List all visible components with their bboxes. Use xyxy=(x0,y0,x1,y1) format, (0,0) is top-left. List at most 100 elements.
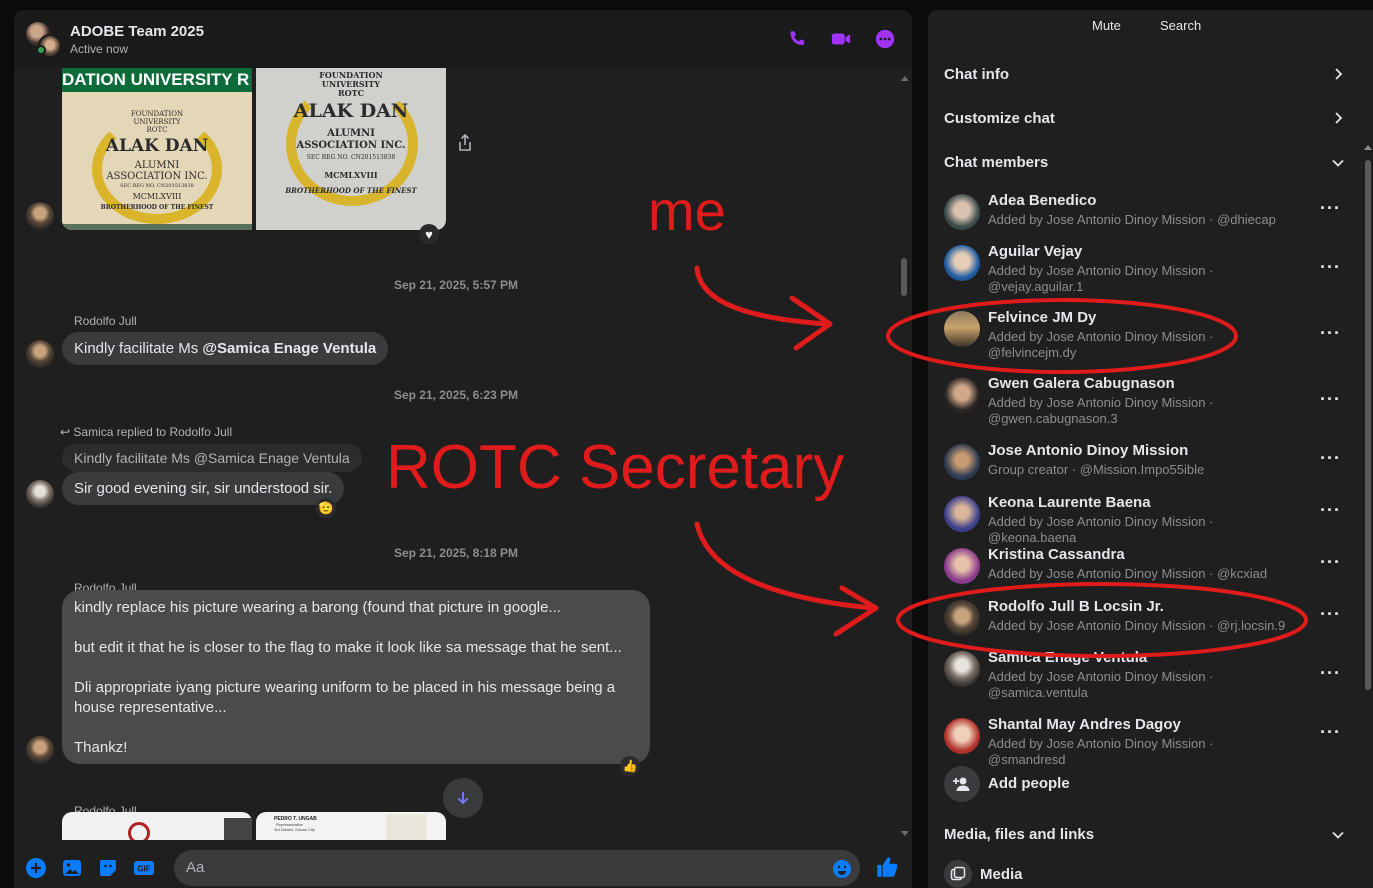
member-name: Gwen Galera Cabugnason xyxy=(988,375,1175,392)
member-name: Felvince JM Dy xyxy=(988,309,1097,326)
customize-chat-row[interactable]: Customize chat xyxy=(944,110,1055,127)
avatar[interactable] xyxy=(26,736,54,764)
sticker-icon[interactable] xyxy=(96,856,120,880)
more-options-icon[interactable]: ··· xyxy=(1320,257,1341,278)
chat-pane: ADOBE Team 2025 Active now DATION UNIVER… xyxy=(14,10,912,888)
avatar xyxy=(944,245,980,281)
more-options-icon[interactable]: ··· xyxy=(1320,663,1341,684)
member-item[interactable]: Felvince JM Dy Added by Jose Antonio Din… xyxy=(944,309,1354,361)
member-item[interactable]: Kristina Cassandra Added by Jose Antonio… xyxy=(944,546,1354,598)
member-item[interactable]: Gwen Galera Cabugnason Added by Jose Ant… xyxy=(944,375,1354,427)
video-icon[interactable] xyxy=(830,28,852,50)
message-bubble[interactable]: Kindly facilitate Ms @Samica Enage Ventu… xyxy=(62,332,389,365)
message-scrollbar[interactable] xyxy=(898,68,912,840)
member-item[interactable]: Shantal May Andres Dagoy Added by Jose A… xyxy=(944,716,1354,768)
chat-members-header[interactable]: Chat members xyxy=(944,154,1048,171)
member-item[interactable]: Samica Enage Ventula Added by Jose Anton… xyxy=(944,649,1354,701)
member-subtitle: Added by Jose Antonio Dinoy Mission · @k… xyxy=(988,566,1268,581)
avatar xyxy=(944,444,980,480)
avatar[interactable] xyxy=(26,340,54,368)
plus-icon[interactable] xyxy=(24,856,48,880)
message-list[interactable]: DATION UNIVERSITY R FOUNDATION UNIVERSIT… xyxy=(14,68,898,840)
header-actions xyxy=(786,28,896,50)
reply-arrow-icon: ↩ xyxy=(60,425,74,439)
more-options-icon[interactable]: ··· xyxy=(1320,500,1341,521)
more-options-icon[interactable]: ··· xyxy=(1320,604,1341,625)
photo-attachment[interactable]: PEDRO T. UNGAB Representative 3rd Distri… xyxy=(256,812,446,840)
member-name: Keona Laurente Baena xyxy=(988,494,1151,511)
scroll-thumb[interactable] xyxy=(901,258,907,296)
photo-attachment[interactable]: DATION UNIVERSITY R FOUNDATION UNIVERSIT… xyxy=(62,68,252,230)
photo-attachment[interactable]: FOUNDATION UNIVERSITY ROTC ALAK DAN ALUM… xyxy=(256,68,446,230)
mention[interactable]: @Samica Enage Ventula xyxy=(202,340,376,357)
salute-reaction-icon[interactable]: 🫡 xyxy=(316,498,336,518)
image-icon[interactable] xyxy=(60,856,84,880)
message-text: Thankz! xyxy=(74,739,128,756)
share-icon[interactable] xyxy=(457,134,473,152)
heart-reaction-icon[interactable]: ♥ xyxy=(419,224,439,244)
chevron-right-icon[interactable] xyxy=(1332,68,1344,80)
photo-footer xyxy=(62,224,252,230)
member-item[interactable]: Rodolfo Jull B Locsin Jr. Added by Jose … xyxy=(944,598,1354,650)
member-item[interactable]: Aguilar Vejay Added by Jose Antonio Dino… xyxy=(944,243,1354,295)
more-options-icon[interactable]: ··· xyxy=(1320,198,1341,219)
more-options-icon[interactable] xyxy=(874,28,896,50)
photo-text: MCMLXVIII xyxy=(324,170,378,180)
member-item[interactable]: Adea Benedico Added by Jose Antonio Dino… xyxy=(944,192,1354,244)
emoji-icon[interactable] xyxy=(832,859,852,879)
member-item[interactable]: Jose Antonio Dinoy Mission Group creator… xyxy=(944,442,1354,494)
member-name: Kristina Cassandra xyxy=(988,546,1125,563)
avatar xyxy=(944,651,980,687)
top-actions: Mute Search xyxy=(928,10,1373,40)
avatar xyxy=(944,496,980,532)
thumbs-up-icon[interactable] xyxy=(874,854,900,880)
more-options-icon[interactable]: ··· xyxy=(1320,323,1341,344)
message-text: Kindly facilitate Ms xyxy=(74,340,203,357)
phone-icon[interactable] xyxy=(786,28,808,50)
more-options-icon[interactable]: ··· xyxy=(1320,448,1341,469)
scroll-down-icon[interactable] xyxy=(901,831,909,836)
quoted-message[interactable]: Kindly facilitate Ms @Samica Enage Ventu… xyxy=(62,444,362,472)
media-files-links-header[interactable]: Media, files and links xyxy=(944,826,1094,843)
chat-header: ADOBE Team 2025 Active now xyxy=(14,10,912,68)
member-item[interactable]: Keona Laurente Baena Added by Jose Anton… xyxy=(944,494,1354,546)
member-name: Aguilar Vejay xyxy=(988,243,1083,260)
panel-scroll-thumb[interactable] xyxy=(1365,160,1371,690)
photo-content xyxy=(386,814,426,840)
media-icon xyxy=(944,860,972,888)
reply-note: ↩ Samica replied to Rodolfo Jull xyxy=(60,425,232,439)
photo-text: ROTC xyxy=(338,88,364,98)
scroll-up-icon[interactable] xyxy=(901,76,909,81)
photo-text: ASSOCIATION INC. xyxy=(296,140,406,151)
chevron-down-icon[interactable] xyxy=(1332,829,1344,841)
message-bubble[interactable]: kindly replace his picture wearing a bar… xyxy=(62,590,650,764)
mute-button[interactable]: Mute xyxy=(1092,18,1121,33)
photo-text: UNIVERSITY xyxy=(133,118,181,126)
photo-text: ALAK DAN xyxy=(293,100,409,122)
group-avatar[interactable] xyxy=(26,22,62,58)
chat-title[interactable]: ADOBE Team 2025 xyxy=(70,23,204,40)
gif-icon[interactable]: GIF xyxy=(132,856,156,880)
thumbs-up-reaction-icon[interactable]: 👍 xyxy=(620,756,640,776)
photo-attachment[interactable] xyxy=(62,812,252,840)
scroll-to-bottom-button[interactable] xyxy=(443,778,483,818)
photo-text: MCMLXVIII xyxy=(132,192,182,201)
message-input[interactable]: Aa xyxy=(174,850,860,886)
avatar[interactable] xyxy=(26,202,54,230)
more-options-icon[interactable]: ··· xyxy=(1320,722,1341,743)
chevron-down-icon[interactable] xyxy=(1332,157,1344,169)
search-button[interactable]: Search xyxy=(1160,18,1201,33)
photo-text: BROTHERHOOD OF THE FINEST xyxy=(285,186,417,195)
more-options-icon[interactable]: ··· xyxy=(1320,552,1341,573)
photo-banner-text: DATION UNIVERSITY R xyxy=(62,68,252,92)
chat-info-row[interactable]: Chat info xyxy=(944,66,1009,83)
message-text: kindly replace his picture wearing a bar… xyxy=(74,599,561,616)
avatar[interactable] xyxy=(26,480,54,508)
scroll-up-icon[interactable] xyxy=(1364,145,1372,150)
member-subtitle: Added by Jose Antonio Dinoy Mission · @g… xyxy=(988,395,1214,426)
more-options-icon[interactable]: ··· xyxy=(1320,389,1341,410)
active-status: Active now xyxy=(70,42,129,56)
message-bubble[interactable]: Sir good evening sir, sir understood sir… xyxy=(62,472,345,505)
sender-name: Rodolfo Jull xyxy=(74,314,137,328)
chevron-right-icon[interactable] xyxy=(1332,112,1344,124)
